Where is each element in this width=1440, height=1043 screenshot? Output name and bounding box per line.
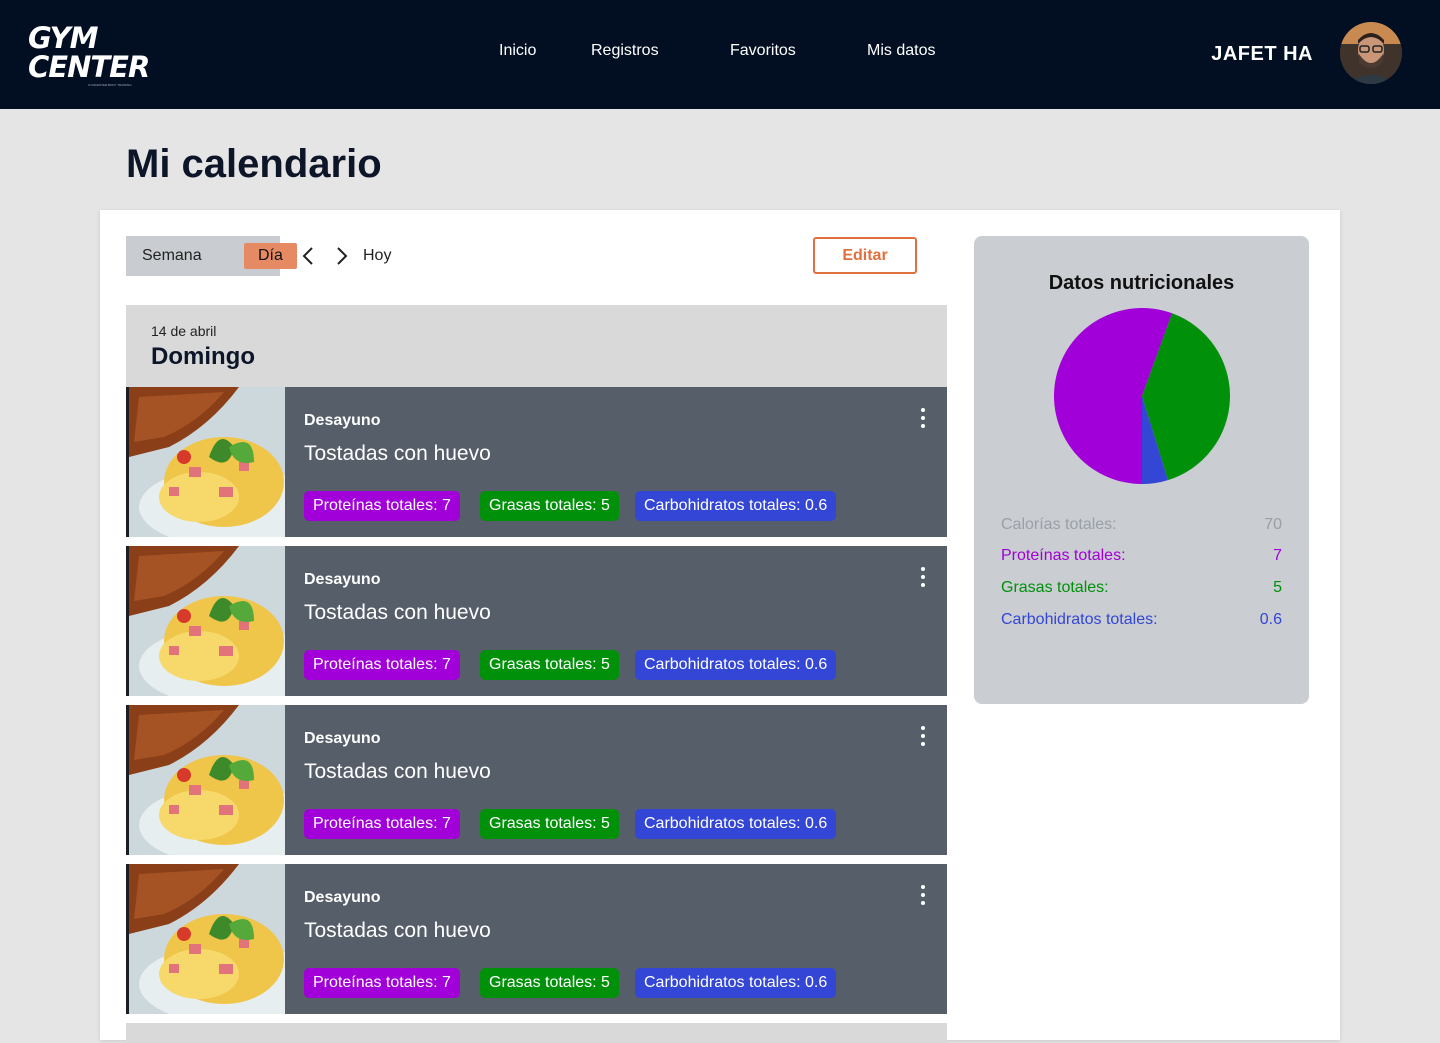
- fat-badge: Grasas totales: 5: [480, 650, 619, 680]
- meal-card[interactable]: Desayuno Tostadas con huevo Proteínas to…: [126, 864, 947, 1014]
- gym-center-logo[interactable]: GYM CENTER GYMCENTER BODY TRAINING: [28, 21, 150, 88]
- avatar[interactable]: [1340, 22, 1402, 84]
- carbs-badge: Carbohidratos totales: 0.6: [635, 968, 837, 998]
- user-name[interactable]: JAFET HA: [1211, 43, 1313, 66]
- fat-label: Grasas totales:: [1001, 579, 1109, 596]
- logo-line-1: GYM: [28, 21, 99, 55]
- meal-image: [126, 864, 285, 1014]
- fat-value: 5: [1273, 579, 1282, 596]
- today-button[interactable]: Hoy: [363, 247, 391, 265]
- chevron-right-icon[interactable]: [332, 247, 350, 265]
- carbs-badge: Carbohidratos totales: 0.6: [635, 650, 837, 680]
- nutrition-pie-chart: [1054, 308, 1230, 484]
- nav-favoritos[interactable]: Favoritos: [730, 42, 796, 60]
- meal-type: Desayuno: [304, 571, 381, 588]
- protein-badge: Proteínas totales: 7: [304, 809, 460, 839]
- view-toggle: Semana Día: [126, 236, 297, 276]
- nutrition-title: Datos nutricionales: [1048, 272, 1235, 294]
- protein-badge: Proteínas totales: 7: [304, 650, 460, 680]
- meal-image: [126, 546, 285, 696]
- calories-value: 70: [1264, 516, 1282, 533]
- day-name: Domingo: [151, 343, 255, 370]
- page-title: Mi calendario: [126, 142, 382, 186]
- meal-type: Desayuno: [304, 412, 381, 429]
- more-options-icon[interactable]: [916, 566, 930, 590]
- meal-name: Tostadas con huevo: [304, 919, 491, 942]
- calendar-card: Semana Día Hoy Editar 14 de abril Doming…: [100, 210, 1340, 1043]
- meal-type: Desayuno: [304, 730, 381, 747]
- meal-name: Tostadas con huevo: [304, 760, 491, 783]
- carbs-value: 0.6: [1259, 611, 1282, 628]
- meal-card[interactable]: Desayuno Tostadas con huevo Proteínas to…: [126, 546, 947, 696]
- more-options-icon[interactable]: [916, 407, 930, 431]
- protein-badge: Proteínas totales: 7: [304, 968, 460, 998]
- nav-registros[interactable]: Registros: [591, 42, 659, 60]
- edit-button[interactable]: Editar: [813, 237, 917, 274]
- protein-label: Proteínas totales:: [1001, 547, 1126, 564]
- top-navbar: GYM CENTER GYMCENTER BODY TRAINING Inici…: [0, 0, 1440, 109]
- day-date: 14 de abril: [151, 323, 217, 339]
- fat-badge: Grasas totales: 5: [480, 491, 619, 521]
- more-options-icon[interactable]: [916, 725, 930, 749]
- meal-card[interactable]: Desayuno Tostadas con huevo Proteínas to…: [126, 387, 947, 537]
- meal-type: Desayuno: [304, 889, 381, 906]
- calories-label: Calorías totales:: [1001, 516, 1117, 533]
- more-options-icon[interactable]: [916, 884, 930, 908]
- meal-name: Tostadas con huevo: [304, 442, 491, 465]
- day-view-button[interactable]: Día: [244, 243, 297, 269]
- carbs-badge: Carbohidratos totales: 0.6: [635, 491, 837, 521]
- chevron-left-icon[interactable]: [300, 247, 318, 265]
- meal-image: [126, 705, 285, 855]
- meal-image: [126, 387, 285, 537]
- nutrition-panel: Datos nutricionales Calorías totales: 70…: [974, 236, 1309, 704]
- carbs-label: Carbohidratos totales:: [1001, 611, 1158, 628]
- protein-badge: Proteínas totales: 7: [304, 491, 460, 521]
- nav-mis-datos[interactable]: Mis datos: [867, 42, 935, 60]
- day-header: 14 de abril Domingo: [126, 305, 947, 387]
- fat-badge: Grasas totales: 5: [480, 809, 619, 839]
- meal-name: Tostadas con huevo: [304, 601, 491, 624]
- fat-badge: Grasas totales: 5: [480, 968, 619, 998]
- carbs-badge: Carbohidratos totales: 0.6: [635, 809, 837, 839]
- week-view-button[interactable]: Semana: [132, 243, 212, 269]
- next-meal-card-edge: [126, 1023, 947, 1043]
- meal-card[interactable]: Desayuno Tostadas con huevo Proteínas to…: [126, 705, 947, 855]
- protein-value: 7: [1273, 547, 1282, 564]
- nav-inicio[interactable]: Inicio: [499, 42, 536, 60]
- logo-line-2: CENTER: [28, 50, 150, 84]
